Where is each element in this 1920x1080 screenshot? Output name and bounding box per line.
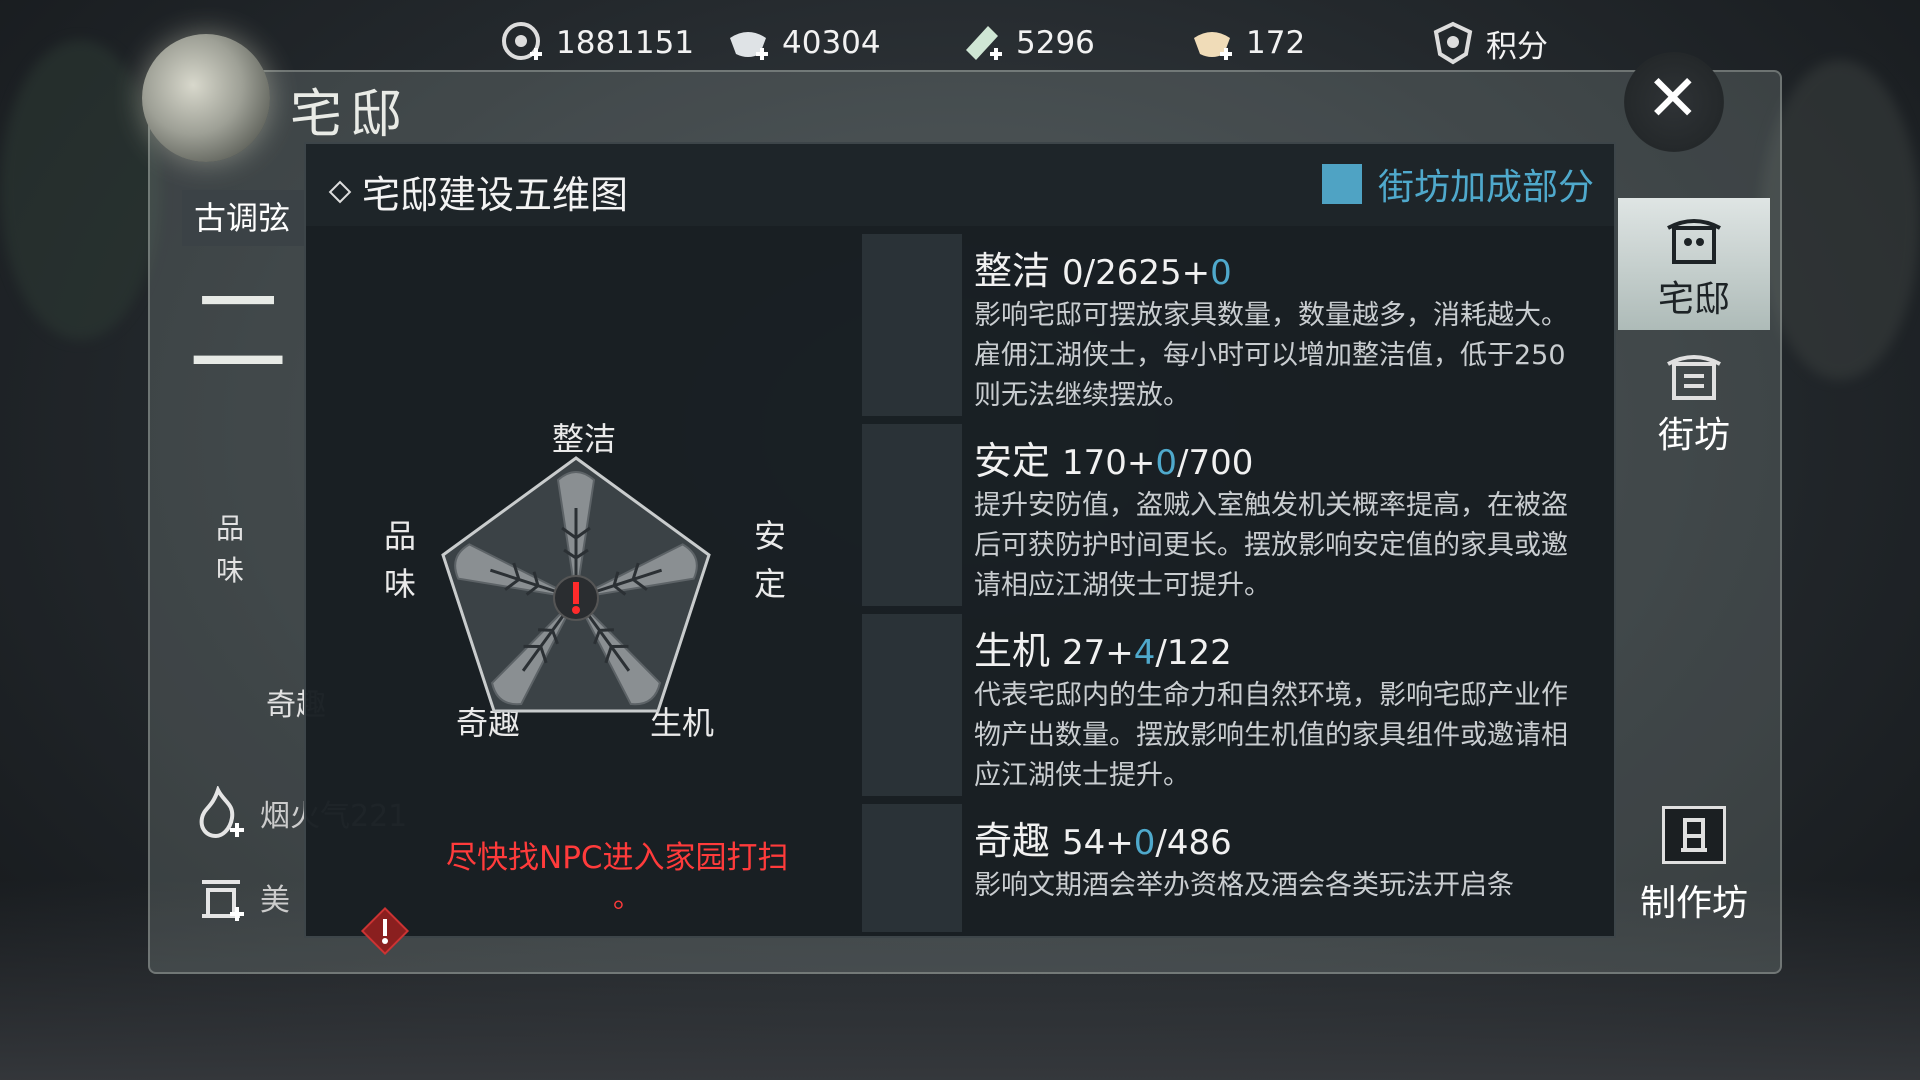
currency-value: 积分 (1486, 28, 1548, 65)
underlay-rank-glyph: 二 (188, 273, 288, 390)
stat-heading: 整洁 0/2625+0 (974, 240, 1232, 295)
stat-max: /486 (1155, 823, 1232, 863)
legend-swatch (1321, 164, 1362, 204)
stat-item: 生机 27+4/122 代表宅邸内的生命力和自然环境，影响宅邸产业作物产出数量。摆… (862, 614, 1608, 804)
background-tree (0, 40, 160, 340)
tab-label: 街坊 (1657, 415, 1730, 456)
stat-heading: 奇趣 54+0/486 (974, 810, 1232, 865)
stat-name: 生机 (974, 629, 1051, 673)
underlay-beauty-label: 美 (260, 883, 290, 918)
currency-value: 1881151 (556, 25, 695, 61)
stat-value: 27+4/122 (1062, 633, 1232, 673)
stat-name: 安定 (974, 439, 1051, 483)
pavilion-plus-icon (202, 880, 244, 921)
coin-plus-icon (500, 20, 546, 66)
legend-neighborhood-bonus: 街坊加成部分 (1321, 158, 1594, 210)
currency-bar: 1881151 40304 5296 172 积分 (490, 12, 1570, 76)
stat-value: 0/2625+0 (1062, 253, 1232, 293)
five-dimension-panel: 宅邸建设五维图 街坊加成部分 整洁 品味 安定 奇趣 生机 尽快找NPC进入家园… (304, 142, 1616, 956)
stat-name: 整洁 (974, 249, 1051, 293)
legend-label: 街坊加成部分 (1377, 167, 1594, 208)
tab-workshop[interactable]: 制作坊 (1618, 806, 1770, 926)
stat-base: 170+ (1062, 443, 1156, 483)
currency-gold[interactable]: 172 (1190, 18, 1305, 68)
underlay-pin-label: 品味 (216, 512, 245, 587)
stat-item: 奇趣 54+0/486 影响文期酒会举办资格及酒会各类玩法开启条 (862, 804, 1608, 932)
stat-bar-slot (862, 424, 962, 606)
stat-bar-slot (862, 804, 962, 932)
stat-heading: 生机 27+4/122 (974, 620, 1232, 675)
stat-bonus: 0 (1155, 443, 1178, 483)
currency-value: 172 (1246, 25, 1306, 61)
stat-description: 提升安防值，盗贼入室触发机关概率提高，在被盗后可获防护时间更长。摆放影响安定值的… (974, 490, 1568, 601)
flame-plus-icon (199, 786, 244, 839)
radar-label-left: 品味 (384, 517, 417, 603)
currency-jade[interactable]: 5296 (960, 18, 1095, 68)
workshop-icon (1662, 806, 1726, 864)
stat-bonus: 4 (1133, 633, 1156, 673)
radar-label-right: 安定 (754, 517, 787, 603)
gold-ingot-plus-icon (1190, 20, 1236, 66)
stat-name: 奇趣 (974, 819, 1051, 863)
stat-bar-slot (862, 614, 962, 796)
warning-icon (360, 906, 410, 956)
stat-base: 27+ (1062, 633, 1134, 673)
tab-residence[interactable]: 宅邸 (1618, 198, 1770, 330)
stat-description: 代表宅邸内的生命力和自然环境，影响宅邸产业作物产出数量。摆放影响生机值的家具组件… (974, 680, 1568, 791)
stat-max: /122 (1155, 633, 1232, 673)
warning-text: 尽快找NPC进入家园打扫 (446, 840, 789, 876)
stat-description: 影响文期酒会举办资格及酒会各类玩法开启条 (974, 870, 1514, 901)
currency-value: 40304 (782, 25, 881, 61)
stat-bonus: 0 (1210, 253, 1232, 293)
currency-value: 5296 (1016, 25, 1095, 61)
panel-header: 宅邸建设五维图 街坊加成部分 (306, 144, 1614, 226)
background-tree (1760, 60, 1920, 380)
close-button[interactable]: ✕ (1624, 52, 1724, 152)
stat-base: 0/2625+ (1062, 253, 1211, 293)
stat-value: 170+0/700 (1062, 443, 1253, 483)
stat-value: 54+0/486 (1062, 823, 1232, 863)
close-icon: ✕ (1646, 62, 1700, 136)
panel-title: 宅邸建设五维图 (328, 164, 629, 219)
currency-silver[interactable]: 40304 (726, 18, 881, 68)
stat-bonus: 0 (1133, 823, 1156, 863)
stat-base: 54+ (1062, 823, 1134, 863)
currency-coins[interactable]: 1881151 (500, 18, 694, 68)
stat-item: 安定 170+0/700 提升安防值，盗贼入室触发机关概率提高，在被盗后可获防护时… (862, 424, 1608, 614)
residence-icon (1667, 219, 1721, 264)
stat-max: /700 (1177, 443, 1254, 483)
tab-label: 宅邸 (1657, 279, 1730, 320)
stat-description: 影响宅邸可摆放家具数量，数量越多，消耗越大。雇佣江湖侠士，每小时可以增加整洁值，… (974, 300, 1568, 411)
tab-label: 制作坊 (1639, 883, 1748, 924)
diamond-icon (328, 180, 352, 203)
warning-text-end: 。 (613, 881, 642, 914)
tab-neighborhood[interactable]: 街坊 (1618, 350, 1770, 460)
stat-heading: 安定 170+0/700 (974, 430, 1253, 485)
stat-item: 整洁 0/2625+0 影响宅邸可摆放家具数量，数量越多，消耗越大。雇佣江湖侠士，… (862, 234, 1608, 424)
silver-ingot-plus-icon (726, 20, 772, 66)
jade-plus-icon (960, 20, 1006, 66)
radar-chart: 整洁 品味 安定 奇趣 生机 尽快找NPC进入家园打扫 。 (306, 226, 862, 956)
shield-badge-icon (1430, 20, 1476, 66)
stat-bar-slot (862, 234, 962, 416)
radar-pentagon (441, 456, 711, 713)
window-title: 宅邸 (290, 85, 411, 145)
stats-list: 整洁 0/2625+0 影响宅邸可摆放家具数量，数量越多，消耗越大。雇佣江湖侠士，… (862, 234, 1608, 932)
underlay-beauty-row: 美 (196, 870, 290, 924)
panel-title-text: 宅邸建设五维图 (362, 173, 629, 217)
moon-emblem (142, 34, 270, 162)
neighborhood-icon (1667, 355, 1721, 400)
currency-points[interactable]: 积分 (1430, 18, 1548, 68)
